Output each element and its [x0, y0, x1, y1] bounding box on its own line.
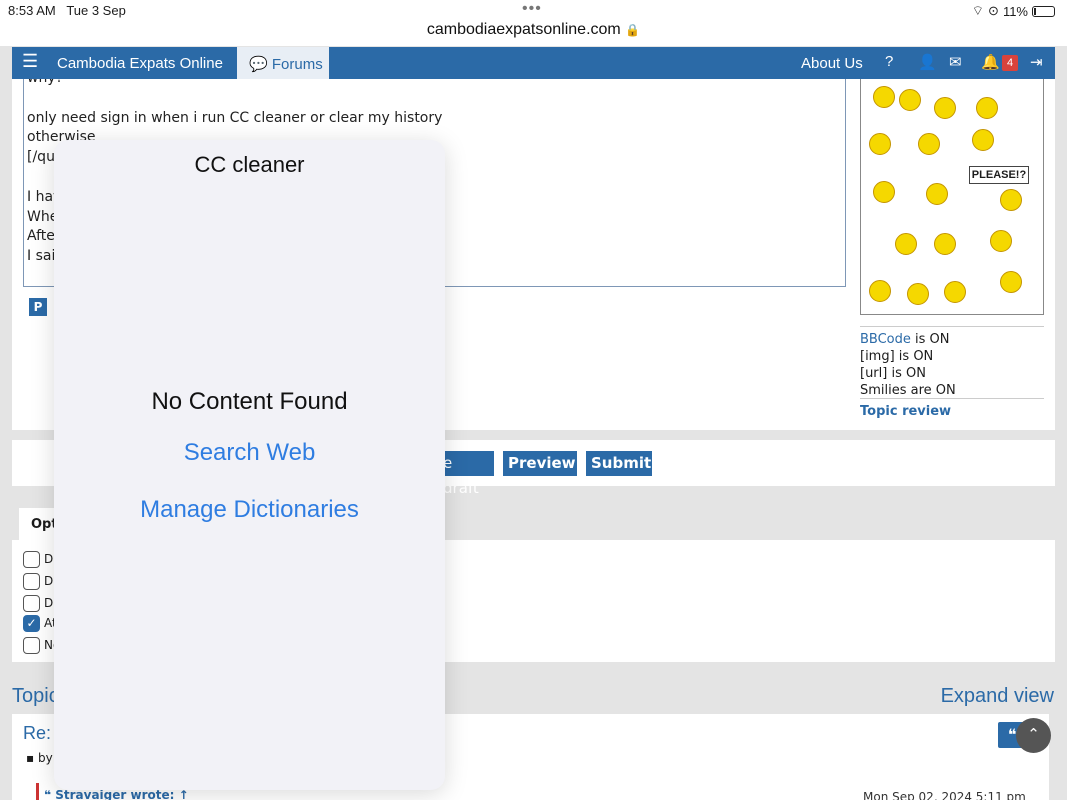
no-content-message: No Content Found [151, 388, 348, 415]
option-checkbox[interactable] [23, 637, 40, 654]
search-web-link[interactable]: Search Web [54, 439, 445, 467]
post-by-label: by [37, 751, 53, 765]
logout-icon[interactable]: ⇥ [1030, 53, 1043, 71]
bbcode-line: BBCode is ON [860, 331, 1044, 348]
bbcode-status-text: is ON [915, 332, 950, 347]
notification-badge: 4 [1002, 55, 1018, 71]
editor-line: only need sign in when i run CC cleaner … [27, 109, 443, 126]
browser-status-bar: 8:53 AM Tue 3 Sep ••• cambodiaexpatsonli… [0, 0, 1067, 46]
status-clock: 8:53 AM [8, 3, 56, 18]
option-label: D [44, 596, 54, 610]
attachment-button[interactable]: P [29, 298, 47, 316]
expand-view-link[interactable]: Expand view [941, 685, 1054, 708]
img-status: [img] is ON [860, 349, 934, 364]
topic-review-link[interactable]: Topic review [860, 404, 951, 419]
manage-dictionaries-link[interactable]: Manage Dictionaries [54, 496, 445, 524]
forums-tab[interactable]: 💬 Forums [237, 47, 329, 79]
smiley-icon[interactable] [1000, 189, 1022, 211]
lookup-term: CC cleaner [194, 152, 305, 177]
option-label: D [44, 574, 54, 588]
multitasking-dots-icon[interactable]: ••• [522, 0, 542, 18]
smiley-icon[interactable] [934, 233, 956, 255]
battery-icon [1032, 5, 1055, 17]
save-draft-button[interactable]: e draft [438, 451, 494, 497]
bbcode-status: BBCode is ON [img] is ON [url] is ON Smi… [860, 326, 1044, 399]
battery-percent: 11% [1002, 3, 1028, 19]
please-sign[interactable]: PLEASE!? [969, 166, 1029, 184]
quote-icon: ❝ [44, 788, 52, 800]
option-label: D [44, 552, 54, 566]
smiley-icon[interactable] [972, 129, 994, 151]
about-us-link[interactable]: About Us [801, 55, 863, 72]
bell-icon[interactable]: 🔔 [981, 53, 1000, 71]
smiley-icon[interactable] [873, 181, 895, 203]
preview-button[interactable]: Preview [503, 451, 577, 476]
quote-date: Mon Sep 02, 2024 5:11 pm [863, 790, 1026, 800]
scroll-to-top-button[interactable]: ⌃ [1016, 718, 1051, 753]
topic-heading: Topic [12, 685, 59, 707]
smiley-icon[interactable] [899, 89, 921, 111]
bbcode-link[interactable]: BBCode [860, 332, 911, 347]
smiley-icon[interactable] [918, 133, 940, 155]
smiley-icon[interactable] [926, 183, 948, 205]
chat-bubble-icon: 💬 [249, 56, 268, 73]
lock-icon: 🔒 [625, 23, 641, 37]
submit-button[interactable]: Submit [586, 451, 652, 476]
wifi-icon: ⌔ [971, 3, 985, 18]
status-date: Tue 3 Sep [66, 3, 126, 18]
status-indicators: ⌔ ⊙ 11% [972, 3, 1055, 19]
url-text: cambodiaexpatsonline.com [426, 21, 621, 38]
lookup-popover: CC cleaner No Content Found Search Web M… [54, 140, 445, 790]
dragon-smiley-icon[interactable] [869, 280, 891, 302]
address-bar[interactable]: cambodiaexpatsonline.com 🔒 [0, 21, 1067, 39]
smiley-icon[interactable] [873, 86, 895, 108]
user-icon[interactable]: 👤 [918, 53, 937, 71]
orientation-lock-icon: ⊙ [988, 3, 999, 18]
help-icon[interactable]: ? [885, 53, 893, 70]
inbox-icon[interactable]: ✉ [949, 53, 962, 71]
option-checkbox-checked[interactable]: ✓ [23, 615, 40, 632]
site-name-link[interactable]: Cambodia Expats Online [57, 55, 223, 72]
hamburger-icon[interactable]: ☰ [22, 51, 38, 72]
quote-bar [36, 783, 39, 800]
smilies-status: Smilies are ON [860, 383, 956, 398]
option-checkbox[interactable] [23, 595, 40, 612]
smiley-icon[interactable] [895, 233, 917, 255]
option-checkbox[interactable] [23, 551, 40, 568]
spongebob-smiley-icon[interactable] [1000, 271, 1022, 293]
option-checkbox[interactable] [23, 573, 40, 590]
url-status: [url] is ON [860, 366, 926, 381]
status-time: 8:53 AM Tue 3 Sep [8, 3, 126, 18]
divider [860, 326, 1044, 327]
smiley-icon[interactable] [869, 133, 891, 155]
thumbs-up-icon[interactable] [944, 281, 966, 303]
forums-label: Forums [271, 56, 323, 73]
document-icon: ▪ [26, 751, 35, 765]
smiley-icon[interactable] [934, 97, 956, 119]
post-byline: ▪ by [26, 751, 53, 765]
smiley-icon[interactable] [976, 97, 998, 119]
devil-smiley-icon[interactable] [990, 230, 1012, 252]
editor-line: why? [27, 79, 845, 89]
smiley-icon[interactable] [907, 283, 929, 305]
divider [860, 398, 1044, 399]
forum-navbar: ☰ Cambodia Expats Online 💬 Forums About … [12, 47, 1055, 79]
